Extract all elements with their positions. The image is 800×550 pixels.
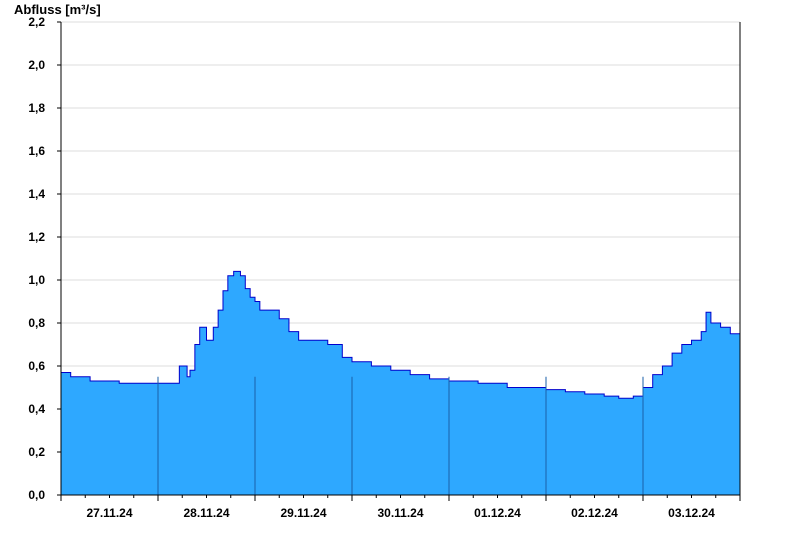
y-tick-label: 1,0 — [28, 273, 45, 287]
y-tick-label: 0,6 — [28, 359, 45, 373]
x-tick-label: 29.11.24 — [280, 506, 326, 520]
y-axis-label: Abfluss [m³/s] — [14, 2, 101, 17]
x-tick-label: 02.12.24 — [571, 506, 618, 520]
y-axis-ticks: 0,0 0,2 0,4 0,6 0,8 1,0 1,2 1,4 1,6 1,8 2,0 2,2 — [28, 15, 61, 502]
y-tick-label: 0,2 — [28, 445, 45, 459]
y-tick-label: 2,0 — [28, 58, 45, 72]
x-tick-label: 30.11.24 — [377, 506, 423, 520]
x-tick-label: 28.11.24 — [183, 506, 229, 520]
y-tick-label: 0,8 — [28, 316, 45, 330]
y-tick-label: 1,4 — [28, 187, 45, 201]
y-tick-label: 0,0 — [28, 488, 45, 502]
x-tick-label: 01.12.24 — [474, 506, 521, 520]
x-axis-ticks: 27.11.24 28.11.24 29.11.24 30.11.24 01.12.24… — [60, 495, 741, 520]
y-tick-label: 1,6 — [28, 144, 45, 158]
y-tick-label: 2,2 — [28, 15, 45, 29]
y-tick-label: 1,2 — [28, 230, 45, 244]
y-tick-label: 1,8 — [28, 101, 45, 115]
x-tick-label: 27.11.24 — [86, 506, 132, 520]
x-tick-label: 03.12.24 — [668, 506, 715, 520]
y-tick-label: 0,4 — [28, 402, 45, 416]
discharge-chart: 0,0 0,2 0,4 0,6 0,8 1,0 1,2 1,4 1,6 1,8 2,0 2,2 27.… — [14, 2, 741, 520]
